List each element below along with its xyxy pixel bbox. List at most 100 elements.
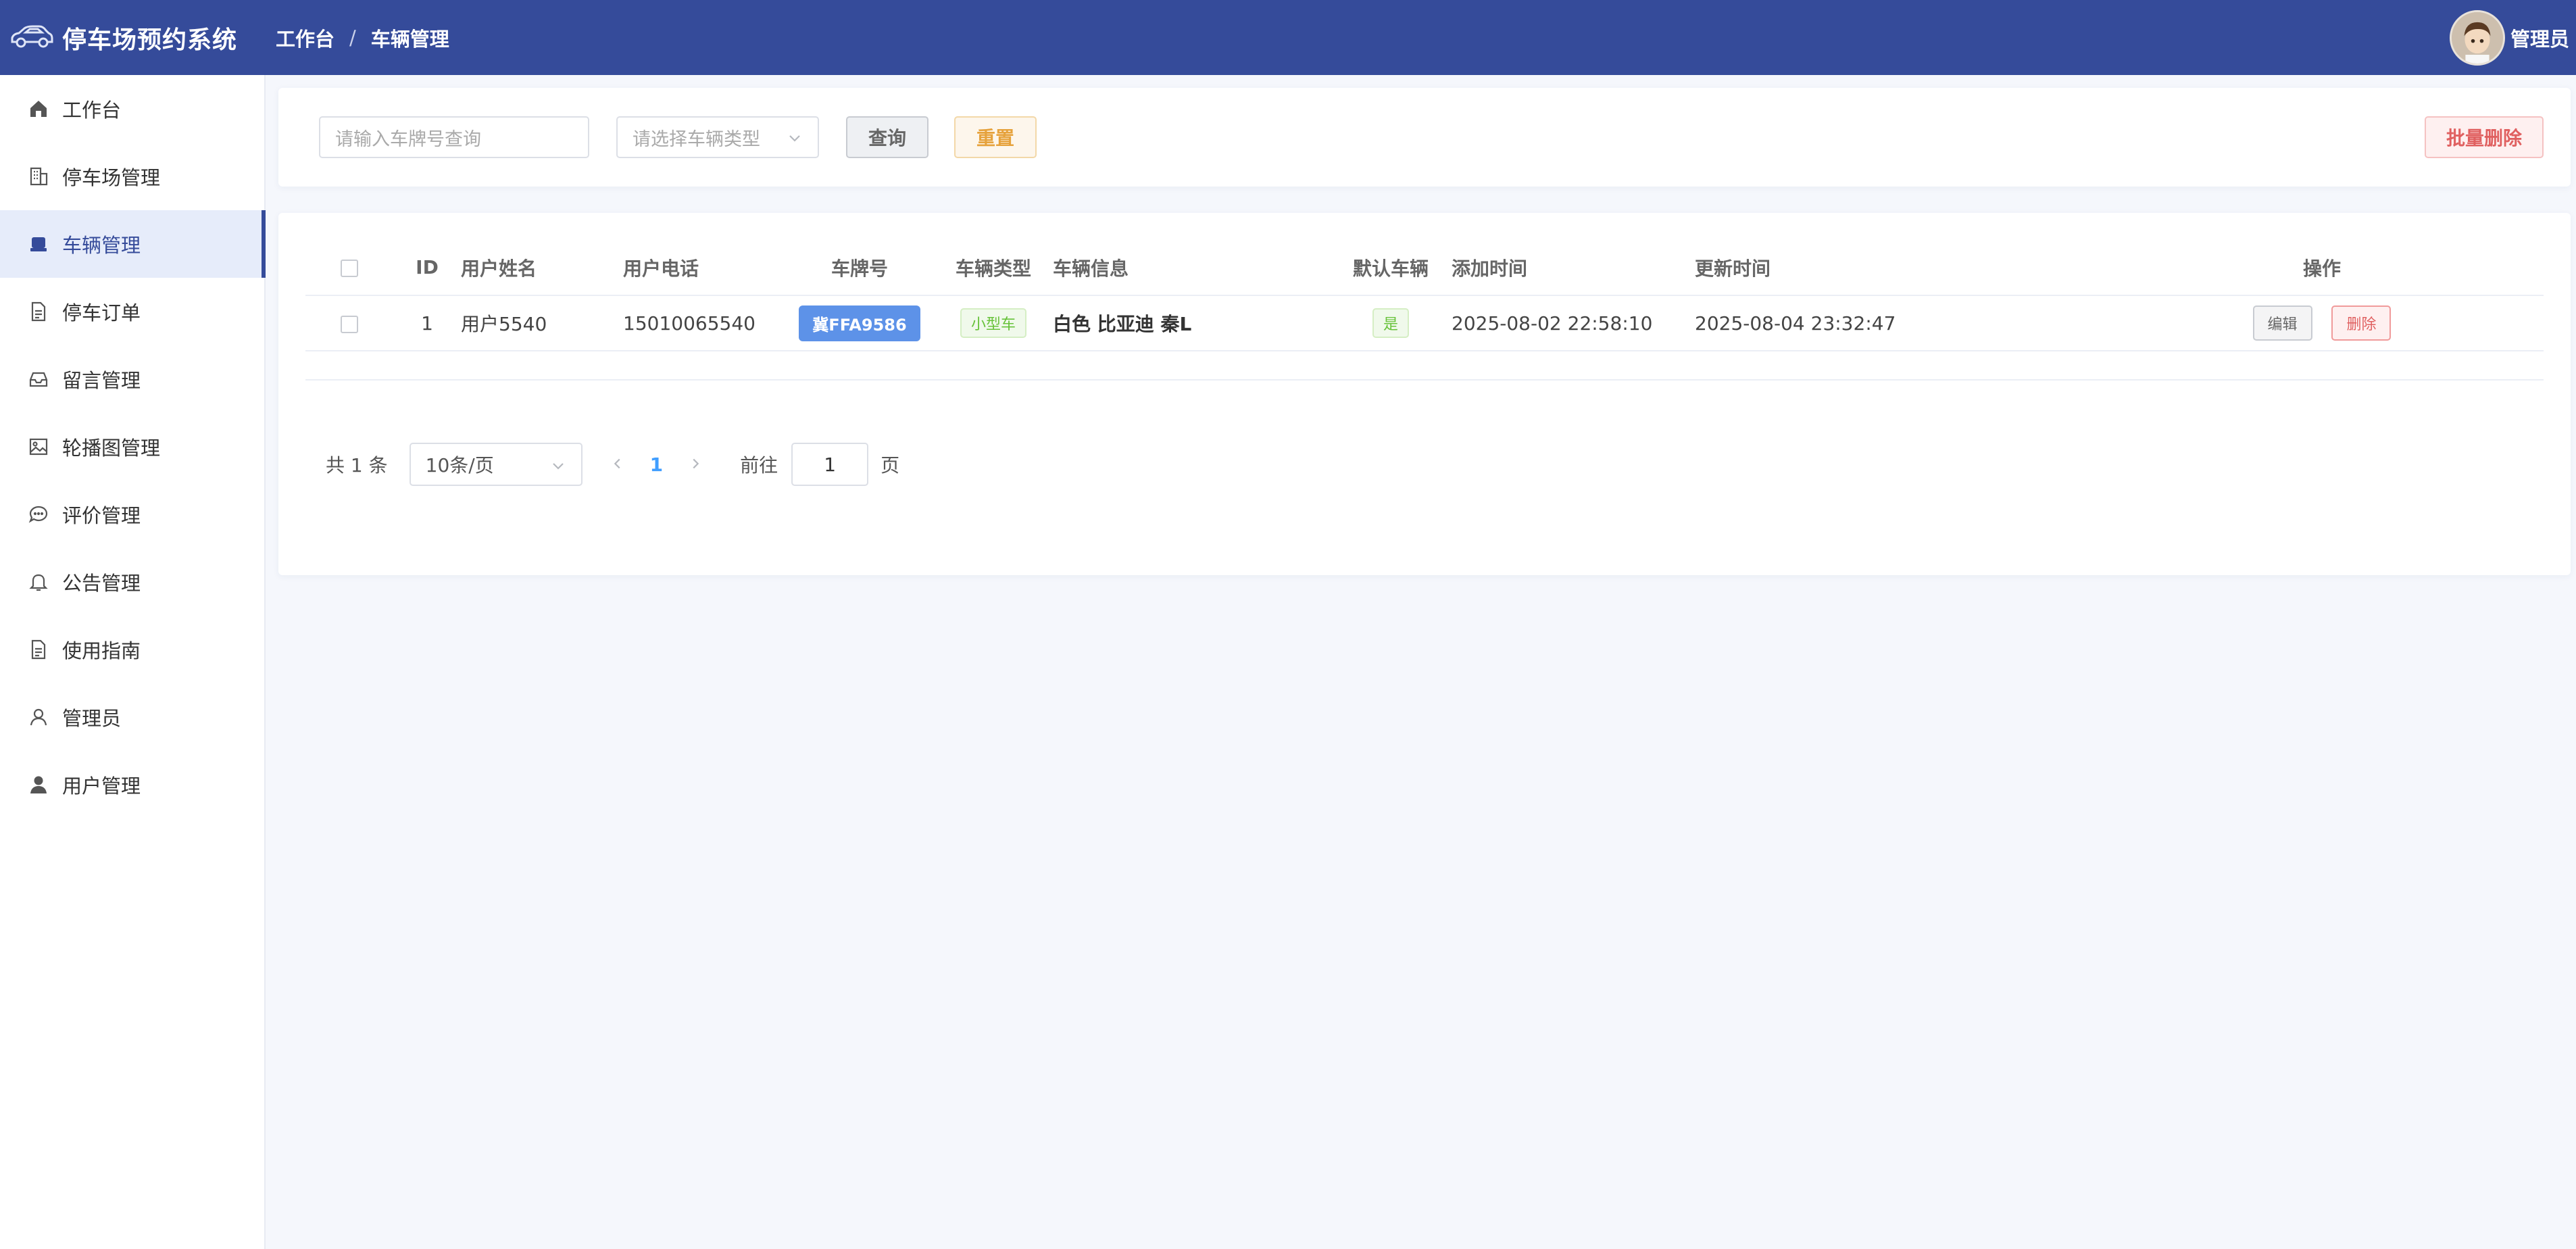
top-header: 停车场预约系统 工作台 / 车辆管理 管理员	[0, 0, 2576, 75]
cell-id: 1	[393, 295, 461, 351]
cell-updated: 2025-08-04 23:32:47	[1695, 295, 2100, 351]
next-page-icon[interactable]	[680, 454, 710, 476]
goto-suffix: 页	[881, 454, 900, 476]
building-icon	[27, 165, 50, 188]
cell-plate: 冀FFA9586	[785, 295, 934, 351]
bell-icon	[27, 570, 50, 593]
search-panel: 请输入车牌号查询 请选择车辆类型 查询 重置 批量删除	[278, 88, 2571, 187]
goto-page-input[interactable]: 1	[791, 443, 869, 486]
breadcrumb-current: 车辆管理	[370, 27, 449, 51]
goto-page-value: 1	[824, 453, 837, 476]
sidebar-item-carousel[interactable]: 轮播图管理	[0, 413, 264, 481]
image-icon	[27, 435, 50, 458]
sidebar-item-label: 停车场管理	[62, 166, 161, 189]
sidebar-item-label: 公告管理	[62, 572, 141, 595]
vehicle-table-panel: ID 用户姓名 用户电话 车牌号 车辆类型 车辆信息 默认车辆 添加时间 更新时…	[278, 213, 2571, 575]
chevron-down-icon	[787, 130, 803, 151]
home-icon	[27, 97, 50, 120]
reset-button[interactable]: 重置	[954, 116, 1037, 158]
sidebar-item-admins[interactable]: 管理员	[0, 683, 264, 751]
page-size-value: 10条/页	[425, 454, 494, 476]
prev-page-icon[interactable]	[603, 454, 633, 476]
select-all-checkbox[interactable]	[341, 260, 358, 277]
inbox-icon	[27, 368, 50, 391]
delete-button[interactable]: 删除	[2331, 305, 2392, 341]
document-icon	[27, 638, 50, 661]
col-user-name-header: 用户姓名	[461, 240, 623, 296]
plate-tag: 冀FFA9586	[799, 305, 920, 341]
user-filled-icon	[27, 773, 50, 796]
query-button[interactable]: 查询	[846, 116, 928, 158]
batch-delete-button[interactable]: 批量删除	[2425, 116, 2544, 158]
sidebar-item-vehicles[interactable]: 车辆管理	[0, 210, 266, 278]
sidebar-item-label: 评价管理	[62, 504, 141, 527]
col-type-header: 车辆类型	[934, 240, 1053, 296]
document-icon	[27, 300, 50, 323]
sidebar-item-label: 用户管理	[62, 775, 141, 798]
sidebar: 工作台 停车场管理 车辆管理 停车订单 留言管理 轮播图管理 评价管理 公告管理…	[0, 75, 266, 1249]
vehicle-type-tag: 小型车	[960, 308, 1026, 338]
sidebar-item-label: 管理员	[62, 707, 122, 730]
user-outline-icon	[27, 706, 50, 729]
avatar[interactable]	[2449, 9, 2505, 66]
sidebar-item-label: 工作台	[62, 99, 122, 122]
app-logo[interactable]: 停车场预约系统	[9, 20, 276, 55]
sidebar-item-announcements[interactable]: 公告管理	[0, 548, 264, 616]
default-vehicle-tag: 是	[1372, 308, 1409, 338]
row-select-cell	[305, 295, 393, 351]
sidebar-item-label: 车辆管理	[62, 234, 141, 257]
cell-actions: 编辑 删除	[2100, 295, 2544, 351]
col-info-header: 车辆信息	[1053, 240, 1330, 296]
breadcrumb-home[interactable]: 工作台	[276, 24, 335, 52]
vehicle-type-select[interactable]: 请选择车辆类型	[616, 116, 819, 158]
sidebar-item-label: 使用指南	[62, 639, 141, 662]
col-actions-header: 操作	[2100, 240, 2544, 296]
pagination: 共 1 条 10条/页 1 前往 1 页	[326, 443, 899, 486]
app-title: 停车场预约系统	[62, 26, 238, 54]
sidebar-item-label: 停车订单	[62, 301, 141, 324]
sidebar-item-label: 留言管理	[62, 369, 141, 392]
edit-button[interactable]: 编辑	[2252, 305, 2312, 341]
chat-icon	[27, 503, 50, 526]
table-header-row: ID 用户姓名 用户电话 车牌号 车辆类型 车辆信息 默认车辆 添加时间 更新时…	[305, 240, 2544, 296]
col-phone-header: 用户电话	[623, 240, 785, 296]
cell-type: 小型车	[934, 295, 1053, 351]
vehicle-type-placeholder: 请选择车辆类型	[633, 128, 760, 150]
breadcrumb-separator: /	[349, 26, 356, 49]
col-id-header: ID	[393, 240, 461, 296]
page-size-select[interactable]: 10条/页	[409, 443, 583, 486]
sidebar-item-reviews[interactable]: 评价管理	[0, 481, 264, 548]
car-logo-icon	[9, 23, 54, 53]
sidebar-item-messages[interactable]: 留言管理	[0, 345, 264, 413]
breadcrumb: 工作台 / 车辆管理	[276, 24, 449, 52]
sidebar-item-workbench[interactable]: 工作台	[0, 75, 264, 143]
sidebar-item-parking-lot[interactable]: 停车场管理	[0, 143, 264, 210]
sidebar-item-orders[interactable]: 停车订单	[0, 278, 264, 345]
sidebar-item-label: 轮播图管理	[62, 437, 161, 460]
page-number-current[interactable]: 1	[650, 454, 663, 476]
goto-label: 前往	[740, 454, 778, 476]
cell-phone: 15010065540	[623, 295, 785, 351]
col-updated-header: 更新时间	[1695, 240, 2100, 296]
plate-search-input[interactable]: 请输入车牌号查询	[319, 116, 589, 158]
table-bottom-divider	[305, 379, 2544, 381]
select-all-cell	[305, 240, 393, 296]
vehicle-table: ID 用户姓名 用户电话 车牌号 车辆类型 车辆信息 默认车辆 添加时间 更新时…	[305, 240, 2544, 351]
plate-search-placeholder: 请输入车牌号查询	[335, 128, 481, 150]
cell-info: 白色 比亚迪 秦L	[1053, 295, 1330, 351]
user-name: 管理员	[2510, 27, 2569, 51]
col-created-header: 添加时间	[1452, 240, 1695, 296]
col-plate-header: 车牌号	[785, 240, 934, 296]
user-menu[interactable]: 管理员	[2449, 0, 2569, 75]
sidebar-item-users[interactable]: 用户管理	[0, 751, 264, 818]
sidebar-item-guide[interactable]: 使用指南	[0, 616, 264, 683]
col-default-header: 默认车辆	[1330, 240, 1452, 296]
row-checkbox[interactable]	[341, 315, 358, 333]
table-row: 1 用户5540 15010065540 冀FFA9586 小型车 白色 比亚迪…	[305, 295, 2544, 351]
cell-created: 2025-08-02 22:58:10	[1452, 295, 1695, 351]
cell-default: 是	[1330, 295, 1452, 351]
cell-user-name: 用户5540	[461, 295, 623, 351]
car-icon	[27, 232, 50, 255]
pagination-total: 共 1 条	[326, 454, 388, 476]
chevron-down-icon	[550, 456, 566, 479]
